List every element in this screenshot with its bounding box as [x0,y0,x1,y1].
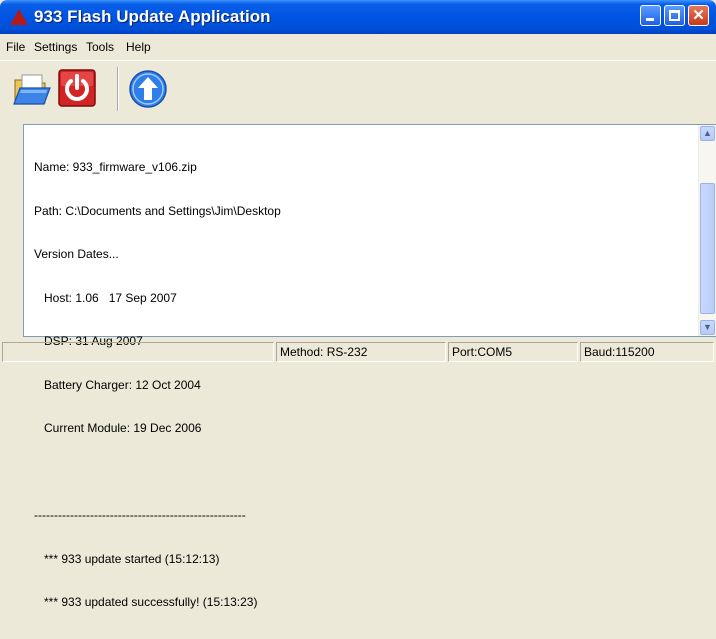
minimize-icon [646,18,654,21]
toolbar-separator [117,67,119,111]
status-method: Method: RS-232 [276,342,446,362]
toolbar [0,60,716,119]
close-button[interactable]: ✕ [688,5,709,26]
log-line: *** 933 update started (15:12:13) [34,551,220,566]
menu-bar: File Settings Tools Help [0,36,716,58]
open-folder-icon [13,74,51,105]
log-text: Name: 933_firmware_v106.zip Path: C:\Doc… [34,131,281,639]
menu-tools[interactable]: Tools [86,40,114,54]
scroll-down-button[interactable]: ▼ [700,320,715,335]
log-line: *** 933 updated successfully! (15:13:23) [34,595,258,609]
stop-button[interactable] [58,69,98,109]
open-file-button[interactable] [12,69,52,109]
window-title: 933 Flash Update Application [34,7,271,26]
maximize-button[interactable] [664,5,685,26]
scroll-up-button[interactable]: ▲ [700,126,715,141]
log-line: Version Dates... [34,247,119,261]
title-bar[interactable]: 933 Flash Update Application ✕ [0,0,716,34]
log-line: Path: C:\Documents and Settings\Jim\Desk… [34,203,281,218]
menu-file[interactable]: File [6,40,25,54]
log-line: Host: 1.06 17 Sep 2007 [34,290,177,305]
log-line: Battery Charger: 12 Oct 2004 [34,377,201,392]
menu-help[interactable]: Help [126,40,151,54]
app-window: 933 Flash Update Application ✕ File Sett… [0,0,716,609]
log-panel[interactable]: Name: 933_firmware_v106.zip Path: C:\Doc… [23,124,716,609]
log-line: ----------------------------------------… [34,508,246,522]
log-line: Name: 933_firmware_v106.zip [34,160,197,174]
minimize-button[interactable] [640,5,661,26]
scroll-down-icon: ▼ [703,322,712,332]
scroll-thumb[interactable] [700,183,715,314]
status-baud: Baud:115200 [580,342,714,362]
log-line: Current Module: 19 Dec 2006 [34,421,202,435]
vertical-scrollbar[interactable]: ▲ ▼ [698,125,716,336]
upload-button[interactable] [128,69,168,109]
status-cell-empty [2,342,274,362]
close-icon: ✕ [692,7,705,24]
upload-arrow-icon [129,70,167,108]
status-bar: Method: RS-232 Port:COM5 Baud:115200 [0,340,716,364]
menu-settings[interactable]: Settings [34,40,77,54]
maximize-icon [669,10,680,21]
power-icon [58,69,96,107]
status-port: Port:COM5 [448,342,578,362]
app-icon [10,9,28,25]
scroll-up-icon: ▲ [703,128,712,138]
